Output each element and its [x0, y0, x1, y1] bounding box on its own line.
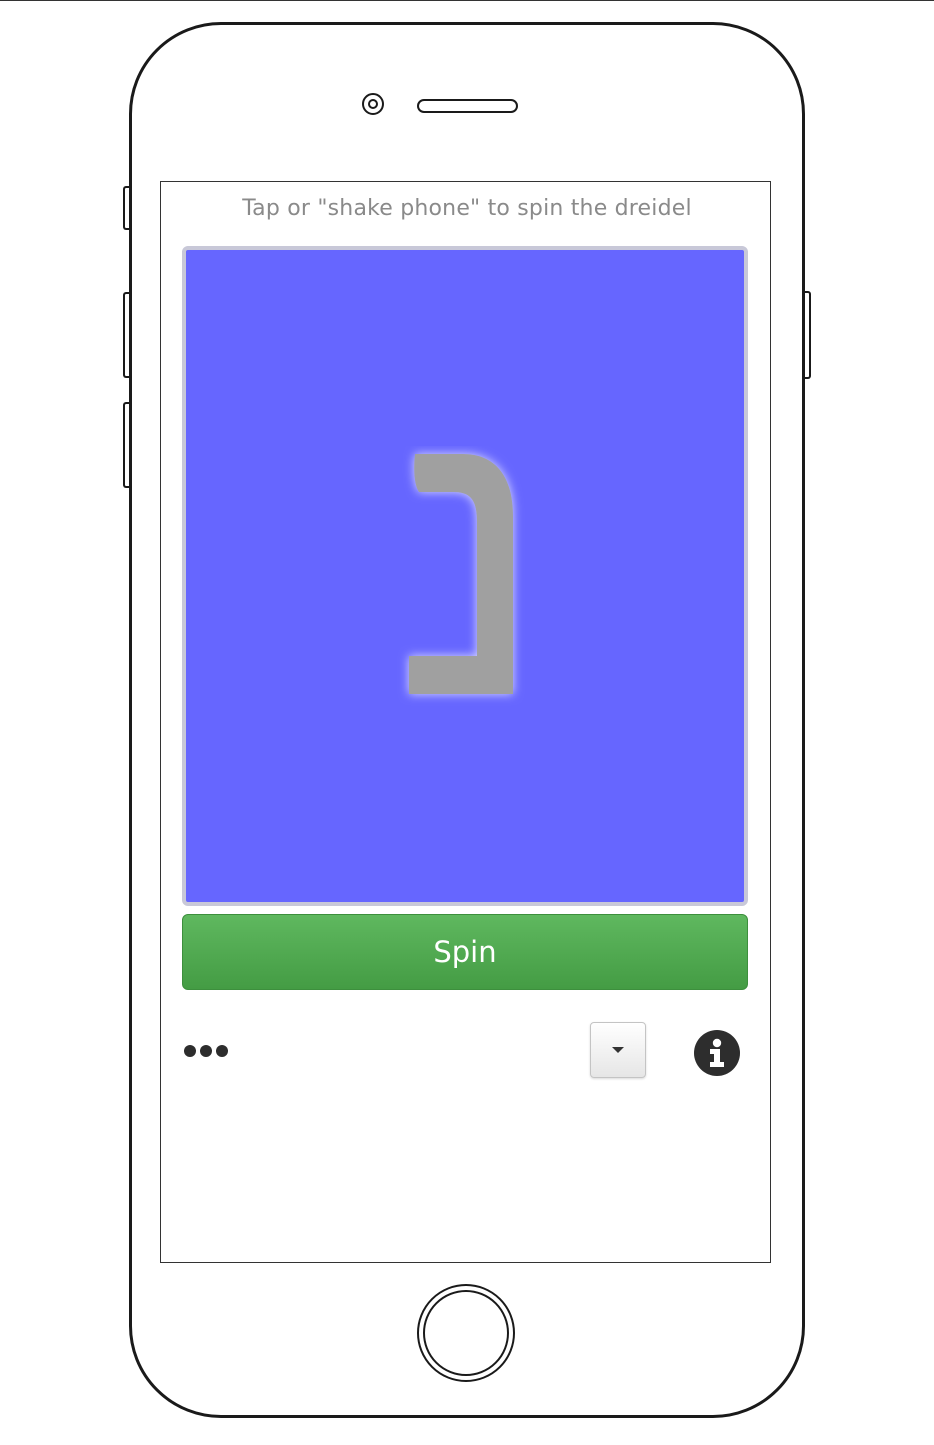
spin-button[interactable]: Spin — [182, 914, 748, 990]
caret-down-icon — [612, 1047, 624, 1053]
dreidel-letter-nun — [186, 250, 744, 902]
info-circle-icon[interactable] — [694, 1030, 740, 1076]
dot — [184, 1045, 196, 1057]
speaker-grille — [417, 99, 518, 113]
top-border — [0, 0, 934, 1]
instruction-text: Tap or "shake phone" to spin the dreidel — [242, 196, 692, 221]
dot — [216, 1045, 228, 1057]
dot — [200, 1045, 212, 1057]
volume-down-button — [123, 402, 129, 488]
front-camera-icon — [362, 93, 384, 115]
info-glyph-icon — [710, 1038, 724, 1067]
more-dots-icon[interactable] — [184, 1038, 234, 1064]
power-button — [805, 291, 811, 379]
hebrew-letter-nun-icon — [409, 454, 513, 694]
home-button[interactable] — [417, 1284, 515, 1382]
dropdown-button[interactable] — [590, 1022, 646, 1078]
dreidel-display[interactable] — [182, 246, 748, 906]
volume-up-button — [123, 292, 129, 378]
